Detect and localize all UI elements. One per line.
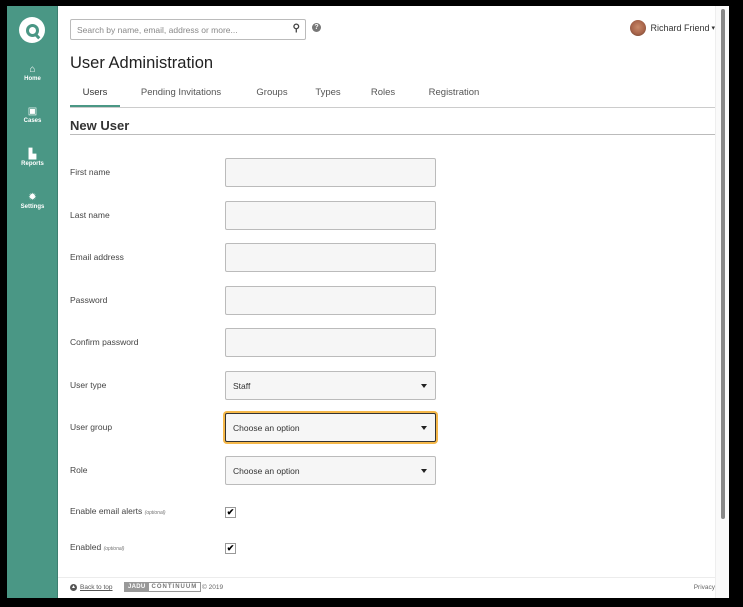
confirm-password-row: Confirm password xyxy=(70,328,716,358)
archive-icon: ▣ xyxy=(27,106,38,117)
footer: ▲ Back to top JADU CONTINUUM © 2019 Priv… xyxy=(58,577,715,598)
sidebar-item-home[interactable]: ⌂ Home xyxy=(7,64,58,84)
user-type-select[interactable]: Staff xyxy=(225,371,436,400)
first-name-field[interactable] xyxy=(225,158,436,187)
scrollbar-thumb[interactable] xyxy=(721,9,725,519)
last-name-field[interactable] xyxy=(225,201,436,230)
confirm-password-field[interactable] xyxy=(225,328,436,357)
tab-users[interactable]: Users xyxy=(70,84,120,107)
tab-roles[interactable]: Roles xyxy=(354,84,412,107)
user-group-row: User group Choose an option xyxy=(70,413,716,443)
avatar xyxy=(630,20,647,36)
optional-hint: (optional) xyxy=(103,546,125,552)
caret-down-icon xyxy=(421,384,427,388)
app-window: ⌂ Home ▣ Cases ▙ Reports ✹ Settings ⚲ ? … xyxy=(7,6,729,598)
enabled-label: Enabled (optional) xyxy=(70,542,124,552)
user-type-row: User type Staff xyxy=(70,371,716,401)
section-title: New User xyxy=(70,118,716,135)
copyright: © 2019 xyxy=(202,584,224,591)
user-name: Richard Friend xyxy=(650,23,710,33)
email-alerts-checkbox[interactable]: ✔ xyxy=(225,507,236,518)
password-label: Password xyxy=(70,295,108,305)
back-to-top-link[interactable]: Back to top xyxy=(80,584,113,591)
role-label: Role xyxy=(70,465,88,475)
optional-hint: (optional) xyxy=(144,510,166,516)
user-group-value: Choose an option xyxy=(233,422,300,433)
user-menu[interactable]: Richard Friend ▾ xyxy=(630,20,715,36)
email-alerts-label-text: Enable email alerts xyxy=(70,506,143,516)
tab-groups[interactable]: Groups xyxy=(242,84,302,107)
brand-logo: JADU CONTINUUM xyxy=(124,582,202,592)
sidebar-item-settings[interactable]: ✹ Settings xyxy=(7,192,58,212)
tab-bar: Users Pending Invitations Groups Types R… xyxy=(70,84,716,108)
help-icon[interactable]: ? xyxy=(312,23,321,32)
email-alerts-row: Enable email alerts (optional) ✔ xyxy=(70,503,716,533)
search-input[interactable] xyxy=(71,20,281,40)
q-logo-icon[interactable] xyxy=(19,17,45,43)
enabled-checkbox[interactable]: ✔ xyxy=(225,543,236,554)
gear-icon: ✹ xyxy=(28,192,37,203)
bar-chart-icon: ▙ xyxy=(28,149,37,160)
user-type-label: User type xyxy=(70,380,107,390)
sidebar: ⌂ Home ▣ Cases ▙ Reports ✹ Settings xyxy=(7,6,58,598)
last-name-row: Last name xyxy=(70,201,716,231)
last-name-label: Last name xyxy=(70,210,110,220)
caret-down-icon xyxy=(421,469,427,473)
sidebar-item-reports[interactable]: ▙ Reports xyxy=(7,149,58,169)
email-field[interactable] xyxy=(225,243,436,272)
main-content: ⚲ ? Richard Friend ▾ User Administration… xyxy=(58,6,716,598)
password-field[interactable] xyxy=(225,286,436,315)
tab-types[interactable]: Types xyxy=(302,84,354,107)
user-group-select[interactable]: Choose an option xyxy=(225,413,436,442)
password-row: Password xyxy=(70,286,716,316)
caret-down-icon xyxy=(421,426,427,430)
brand-continuum: CONTINUUM xyxy=(151,584,198,590)
user-group-label: User group xyxy=(70,422,113,432)
back-to-top[interactable]: ▲ Back to top xyxy=(70,584,113,591)
first-name-label: First name xyxy=(70,167,111,177)
tab-registration[interactable]: Registration xyxy=(412,84,496,107)
role-row: Role Choose an option xyxy=(70,456,716,486)
scrollbar[interactable] xyxy=(715,6,729,598)
role-select[interactable]: Choose an option xyxy=(225,456,436,485)
privacy-link[interactable]: Privacy xyxy=(694,584,715,591)
sidebar-item-cases[interactable]: ▣ Cases xyxy=(7,106,58,126)
tab-pending-invitations[interactable]: Pending Invitations xyxy=(120,84,242,107)
home-icon: ⌂ xyxy=(29,64,36,75)
brand-jadu: JADU xyxy=(125,582,149,592)
email-row: Email address xyxy=(70,243,716,273)
search-box: ⚲ xyxy=(70,19,306,40)
confirm-password-label: Confirm password xyxy=(70,337,139,347)
role-value: Choose an option xyxy=(233,465,300,476)
email-alerts-label: Enable email alerts (optional) xyxy=(70,506,166,516)
email-label: Email address xyxy=(70,252,124,262)
arrow-up-circle-icon: ▲ xyxy=(70,584,77,591)
enabled-row: Enabled (optional) ✔ xyxy=(70,539,716,569)
page-title: User Administration xyxy=(70,54,214,72)
enabled-label-text: Enabled xyxy=(70,542,102,552)
user-type-value: Staff xyxy=(233,380,251,391)
first-name-row: First name xyxy=(70,158,716,188)
search-icon[interactable]: ⚲ xyxy=(293,23,300,34)
